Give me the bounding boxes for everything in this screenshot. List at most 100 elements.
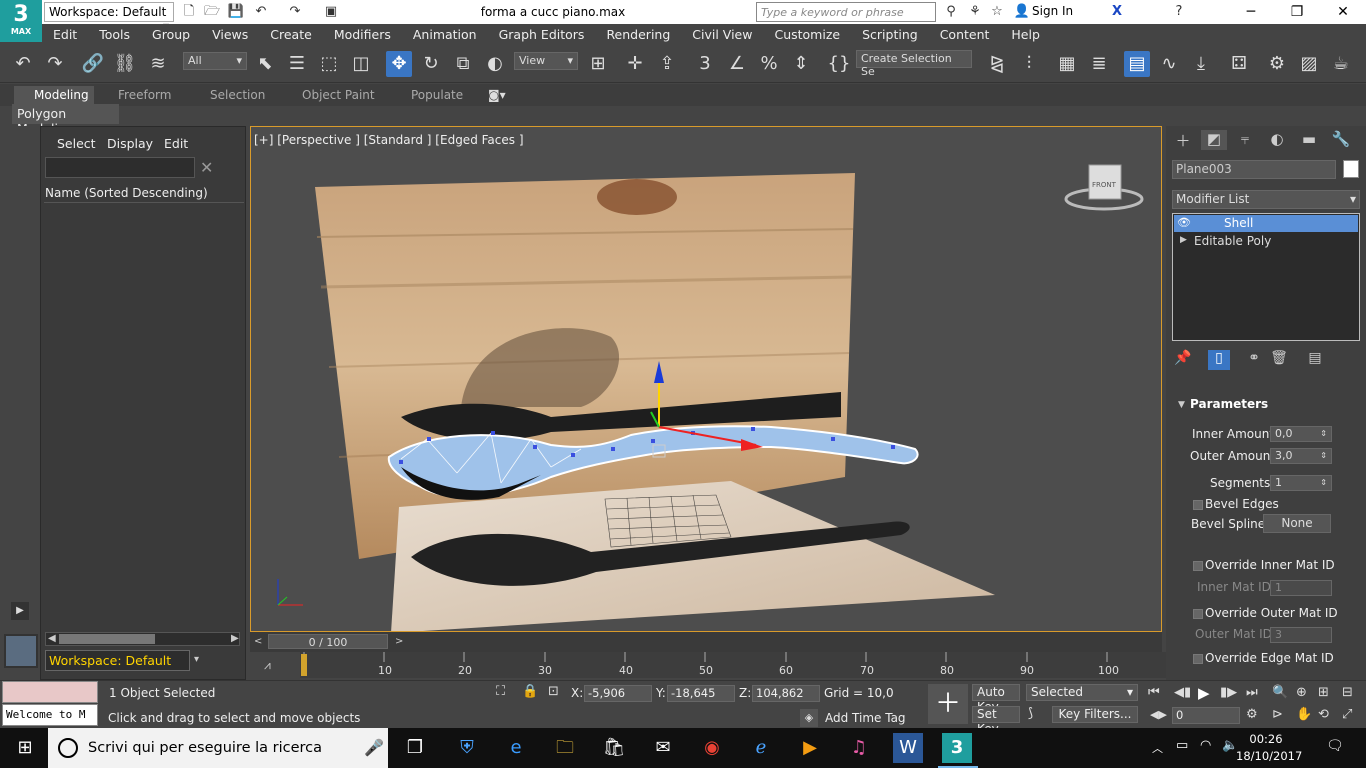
modifier-list-dropdown[interactable]: Modifier List ▾ <box>1172 190 1360 209</box>
windows-start-icon[interactable]: ⊞ <box>10 733 40 763</box>
render-setup-icon[interactable]: ⚙ <box>1264 51 1290 77</box>
cortana-icon[interactable] <box>58 738 78 758</box>
override-outer-checkbox[interactable] <box>1193 609 1203 619</box>
defender-app-icon[interactable]: ⛨ <box>452 733 482 763</box>
expand-arrow-icon[interactable]: ▶ <box>11 602 29 620</box>
play-icon[interactable]: ▶ <box>1198 684 1210 702</box>
binoculars-icon[interactable]: ⚲ <box>942 3 960 21</box>
go-to-start-icon[interactable]: ⏮ <box>1148 685 1160 700</box>
new-file-icon[interactable]: 🗋 <box>180 3 198 21</box>
store-app-icon[interactable]: 🛍 <box>599 733 629 763</box>
close-button[interactable]: ✕ <box>1320 0 1366 24</box>
tab-freeform[interactable]: Freeform <box>118 88 171 102</box>
previous-frame-icon[interactable]: ◀▮ <box>1174 685 1191 700</box>
polygon-modeling-panel[interactable]: Polygon Modeling <box>12 104 119 136</box>
expand-arrow-icon[interactable]: ▶ <box>1180 235 1187 245</box>
rendered-frame-icon[interactable]: ▨ <box>1296 51 1322 77</box>
utilities-tab-icon[interactable]: 🔧 <box>1328 130 1354 150</box>
wifi-icon[interactable]: ◠ <box>1200 738 1211 753</box>
curve-editor-mini-icon[interactable]: ⩘ <box>264 658 271 673</box>
zoom-extents-icon[interactable]: ⊞ <box>1318 685 1329 700</box>
mirror-icon[interactable]: ⧎ <box>984 51 1010 77</box>
rotate-icon[interactable]: ↻ <box>418 51 444 77</box>
object-color-swatch[interactable] <box>1343 160 1359 178</box>
parameters-rollout-title[interactable]: Parameters <box>1190 397 1268 411</box>
x-coordinate-field[interactable]: -5,906 <box>584 685 652 702</box>
named-selection-dropdown[interactable]: Create Selection Se <box>856 50 972 78</box>
current-frame-field[interactable]: 0 <box>1172 707 1240 724</box>
keyboard-shortcut-icon[interactable]: ⇪ <box>654 51 680 77</box>
menu-tools[interactable]: Tools <box>88 24 141 45</box>
field-of-view-icon[interactable]: ⊳ <box>1272 707 1283 722</box>
chrome-app-icon[interactable]: ◉ <box>697 733 727 763</box>
maxscript-listener-input[interactable] <box>2 681 98 703</box>
ribbon-options-icon[interactable]: ◙▾ <box>488 88 506 102</box>
set-key-button[interactable]: Set Key <box>972 706 1020 736</box>
subscription-icon[interactable]: ⚘ <box>966 3 984 21</box>
save-icon[interactable]: 💾 <box>227 3 245 21</box>
auto-key-button[interactable]: Auto Key <box>972 684 1020 714</box>
explorer-app-icon[interactable]: 🗀 <box>550 733 580 763</box>
place-icon[interactable]: ◐ <box>482 51 508 77</box>
hierarchy-tab-icon[interactable]: ⫧ <box>1232 130 1258 150</box>
layers-icon[interactable]: ≣ <box>1086 51 1112 77</box>
menu-scripting[interactable]: Scripting <box>851 24 929 45</box>
rect-selection-icon[interactable]: ⬚ <box>316 51 342 77</box>
maximize-button[interactable]: ❐ <box>1274 0 1320 24</box>
key-filters-button[interactable]: Key Filters... <box>1052 706 1138 723</box>
override-inner-checkbox[interactable] <box>1193 561 1203 571</box>
schematic-view-icon[interactable]: ⤓ <box>1188 51 1214 77</box>
curve-editor-icon[interactable]: ∿ <box>1156 51 1182 77</box>
sign-in-link[interactable]: Sign In <box>1032 4 1073 18</box>
create-tab-icon[interactable]: ＋ <box>1170 130 1196 150</box>
add-time-tag-label[interactable]: Add Time Tag <box>825 711 906 725</box>
percent-snap-icon[interactable]: % <box>756 51 782 77</box>
material-editor-icon[interactable]: ⚃ <box>1226 51 1252 77</box>
undo-icon[interactable]: ↶ <box>10 51 36 77</box>
taskbar-clock[interactable]: 00:26 18/10/2017 <box>1236 731 1302 765</box>
taskbar-search-box[interactable]: Scrivi qui per eseguire la ricerca <box>48 728 388 768</box>
scale-icon[interactable]: ⧉ <box>450 51 476 77</box>
search-input[interactable]: Type a keyword or phrase <box>756 2 936 22</box>
menu-help[interactable]: Help <box>1000 24 1051 45</box>
pin-stack-icon[interactable]: 📌 <box>1172 350 1194 370</box>
move-icon[interactable]: ✥ <box>386 51 412 77</box>
viewport-layout-icon[interactable] <box>4 634 38 668</box>
3dsmax-app-icon[interactable]: 3 <box>942 733 972 763</box>
reference-coord-dropdown[interactable]: View ▾ <box>514 52 578 70</box>
edit-named-sets-icon[interactable]: {} <box>826 51 852 77</box>
zoom-extents-all-icon[interactable]: ⊟ <box>1342 685 1353 700</box>
modify-tab-icon[interactable]: ◩ <box>1201 130 1227 150</box>
tab-selection[interactable]: Selection <box>210 88 265 102</box>
favorites-icon[interactable]: ☆ <box>988 3 1006 21</box>
stack-item-shell[interactable]: Shell <box>1174 215 1358 232</box>
menu-rendering[interactable]: Rendering <box>595 24 681 45</box>
collapse-arrow-icon[interactable]: ▼ <box>1178 400 1185 410</box>
link-icon[interactable]: 🔗 <box>80 51 106 77</box>
open-file-icon[interactable]: 🗁 <box>203 3 221 21</box>
ribbon-toggle-icon[interactable]: ▤ <box>1124 51 1150 77</box>
outer-amount-spinner[interactable]: 3,0 ⇕ <box>1270 448 1332 464</box>
add-time-tag-icon[interactable]: ◈ <box>800 709 818 727</box>
scene-scroll-thumb[interactable] <box>59 634 155 644</box>
maxscript-output[interactable]: Welcome to M <box>2 704 98 726</box>
scene-search-input[interactable] <box>45 157 195 178</box>
bevel-spline-button[interactable]: None <box>1263 514 1331 533</box>
bevel-edges-checkbox[interactable] <box>1193 500 1203 510</box>
menu-graph-editors[interactable]: Graph Editors <box>488 24 596 45</box>
scroll-left-icon[interactable]: ◀ <box>48 633 56 644</box>
action-center-icon[interactable]: 🗨 <box>1326 738 1344 754</box>
remove-modifier-icon[interactable]: 🗑 <box>1268 350 1290 370</box>
scene-tab-display[interactable]: Display <box>107 136 153 151</box>
pan-icon[interactable]: ✋ <box>1296 707 1312 722</box>
eye-icon[interactable]: 👁 <box>1177 216 1191 229</box>
app-logo[interactable]: 3 MAX <box>0 0 42 42</box>
absolute-mode-icon[interactable]: ⊡ <box>548 684 559 699</box>
menu-animation[interactable]: Animation <box>402 24 488 45</box>
menu-civil-view[interactable]: Civil View <box>681 24 763 45</box>
pivot-center-icon[interactable]: ⊞ <box>585 51 611 77</box>
render-icon[interactable]: ☕ <box>1328 51 1354 77</box>
viewcube-label[interactable]: FRONT <box>1092 181 1116 189</box>
spinner-snap-icon[interactable]: ⇕ <box>788 51 814 77</box>
select-manipulate-icon[interactable]: ✛ <box>622 51 648 77</box>
